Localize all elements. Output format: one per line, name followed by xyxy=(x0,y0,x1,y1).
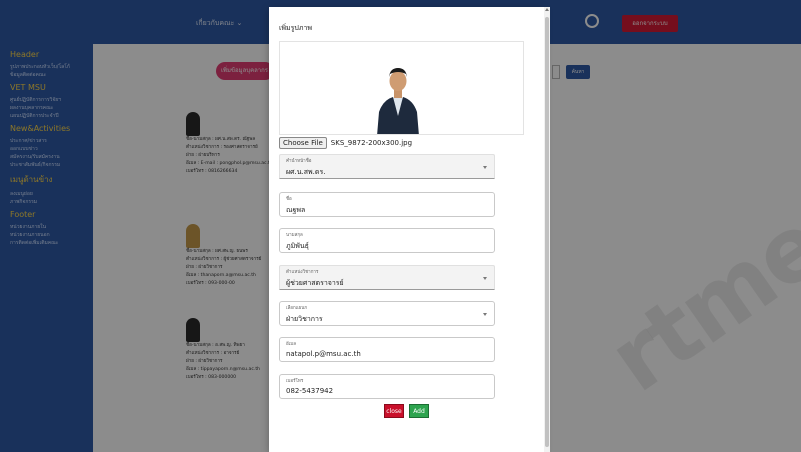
phone-label: เบอร์โทร xyxy=(286,379,304,384)
phone-value: 082-5437942 xyxy=(286,387,334,395)
scroll-up-icon[interactable] xyxy=(545,8,549,11)
first-name-field[interactable]: ชื่อ ณฐพล xyxy=(279,192,495,217)
staff-photo-preview xyxy=(375,60,421,134)
academic-position-label: ตำแหน่งวิชาการ xyxy=(286,270,319,275)
academic-position-value: ผู้ช่วยศาสตราจารย์ xyxy=(286,279,344,287)
file-name: SKS_9872-200x300.jpg xyxy=(330,139,413,147)
email-value: natapol.p@msu.ac.th xyxy=(286,350,361,358)
department-value: ฝ่ายวิชาการ xyxy=(286,315,323,323)
department-select[interactable]: เลือกแผนก ฝ่ายวิชาการ xyxy=(279,301,495,326)
email-label: อีเมล xyxy=(286,342,296,347)
prefix-select[interactable]: คำนำหน้าชื่อ ผศ.น.สพ.ดร. xyxy=(279,154,495,179)
first-name-value: ณฐพล xyxy=(286,206,306,214)
photo-preview xyxy=(279,41,524,135)
add-button[interactable]: Add xyxy=(409,404,429,418)
modal-title: เพิ่มรูปภาพ xyxy=(279,24,312,32)
last-name-value: ภูมิพันธุ์ xyxy=(286,242,309,250)
department-label: เลือกแผนก xyxy=(286,306,308,311)
add-photo-modal: เพิ่มรูปภาพ Choose File SKS_9872-200x300… xyxy=(269,7,544,452)
first-name-label: ชื่อ xyxy=(286,197,292,202)
scroll-thumb[interactable] xyxy=(545,17,549,447)
dropdown-arrow-icon xyxy=(483,313,487,316)
last-name-label: นามสกุล xyxy=(286,233,303,238)
prefix-label: คำนำหน้าชื่อ xyxy=(286,159,312,164)
dropdown-arrow-icon xyxy=(483,166,487,169)
choose-file-button[interactable]: Choose File xyxy=(279,137,327,149)
phone-field[interactable]: เบอร์โทร 082-5437942 xyxy=(279,374,495,399)
prefix-value: ผศ.น.สพ.ดร. xyxy=(286,168,326,176)
academic-position-select[interactable]: ตำแหน่งวิชาการ ผู้ช่วยศาสตราจารย์ xyxy=(279,265,495,290)
dropdown-arrow-icon xyxy=(483,277,487,280)
modal-scrollbar[interactable] xyxy=(544,7,550,452)
modal-actions: close Add xyxy=(269,404,544,418)
close-button[interactable]: close xyxy=(384,404,404,418)
email-field[interactable]: อีเมล natapol.p@msu.ac.th xyxy=(279,337,495,362)
file-upload: Choose File SKS_9872-200x300.jpg xyxy=(279,137,412,149)
last-name-field[interactable]: นามสกุล ภูมิพันธุ์ xyxy=(279,228,495,253)
